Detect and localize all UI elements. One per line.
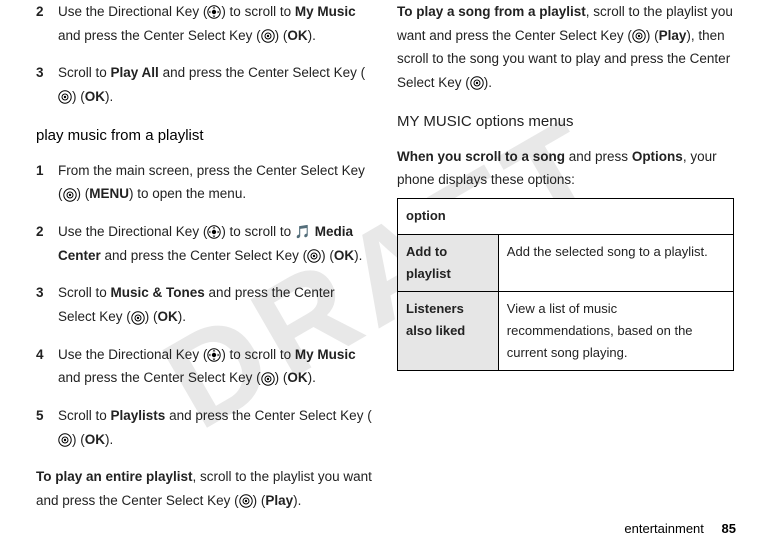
instruction-step: 4Use the Directional Key () to scroll to…	[36, 343, 373, 390]
option-description: Add the selected song to a playlist.	[498, 234, 733, 291]
center-select-key-icon	[261, 29, 275, 43]
center-select-key-icon	[307, 249, 321, 263]
footer-page-number: 85	[722, 521, 736, 536]
step-number: 1	[36, 159, 58, 206]
option-description: View a list of music recommendations, ba…	[498, 291, 733, 370]
section-heading-options-menus: MY MUSIC options menus	[397, 109, 734, 135]
instruction-step: 1From the main screen, press the Center …	[36, 159, 373, 206]
instruction-step: 2Use the Directional Key () to scroll to…	[36, 0, 373, 47]
option-label: Add to playlist	[398, 234, 499, 291]
option-label: Listeners also liked	[398, 291, 499, 370]
directional-key-icon	[207, 5, 221, 19]
options-table: option Add to playlistAdd the selected s…	[397, 198, 734, 371]
para-play-entire-playlist: To play an entire playlist, scroll to th…	[36, 465, 373, 512]
table-row: Add to playlistAdd the selected song to …	[398, 234, 734, 291]
center-select-key-icon	[470, 76, 484, 90]
center-select-key-icon	[63, 188, 77, 202]
step-number: 3	[36, 281, 58, 328]
music-note-icon: 🎵	[295, 221, 311, 244]
page-content: 2Use the Directional Key () to scroll to…	[0, 0, 770, 546]
center-select-key-icon	[632, 29, 646, 43]
directional-key-icon	[207, 348, 221, 362]
step-number: 3	[36, 61, 58, 108]
step-number: 4	[36, 343, 58, 390]
table-row: Listeners also likedView a list of music…	[398, 291, 734, 370]
step-body: Scroll to Music & Tones and press the Ce…	[58, 281, 373, 328]
instruction-step: 3Scroll to Play All and press the Center…	[36, 61, 373, 108]
left-column: 2Use the Directional Key () to scroll to…	[24, 0, 385, 546]
center-select-key-icon	[131, 311, 145, 325]
step-number: 2	[36, 220, 58, 267]
instruction-step: 5Scroll to Playlists and press the Cente…	[36, 404, 373, 451]
center-select-key-icon	[58, 433, 72, 447]
footer-section: entertainment	[624, 521, 704, 536]
right-column: To play a song from a playlist, scroll t…	[385, 0, 746, 546]
para-play-song-from-playlist: To play a song from a playlist, scroll t…	[397, 0, 734, 95]
step-body: Use the Directional Key () to scroll to …	[58, 220, 373, 267]
options-table-header: option	[398, 199, 734, 235]
section-heading-play-playlist: play music from a playlist	[36, 123, 373, 149]
step-body: Use the Directional Key () to scroll to …	[58, 0, 373, 47]
step-body: Scroll to Playlists and press the Center…	[58, 404, 373, 451]
instruction-step: 2Use the Directional Key () to scroll to…	[36, 220, 373, 267]
step-body: Use the Directional Key () to scroll to …	[58, 343, 373, 390]
step-body: From the main screen, press the Center S…	[58, 159, 373, 206]
para-options-intro: When you scroll to a song and press Opti…	[397, 145, 734, 192]
directional-key-icon	[207, 225, 221, 239]
step-number: 2	[36, 0, 58, 47]
step-body: Scroll to Play All and press the Center …	[58, 61, 373, 108]
step-number: 5	[36, 404, 58, 451]
page-footer: entertainment 85	[624, 521, 736, 536]
center-select-key-icon	[239, 494, 253, 508]
center-select-key-icon	[261, 372, 275, 386]
center-select-key-icon	[58, 90, 72, 104]
instruction-step: 3Scroll to Music & Tones and press the C…	[36, 281, 373, 328]
